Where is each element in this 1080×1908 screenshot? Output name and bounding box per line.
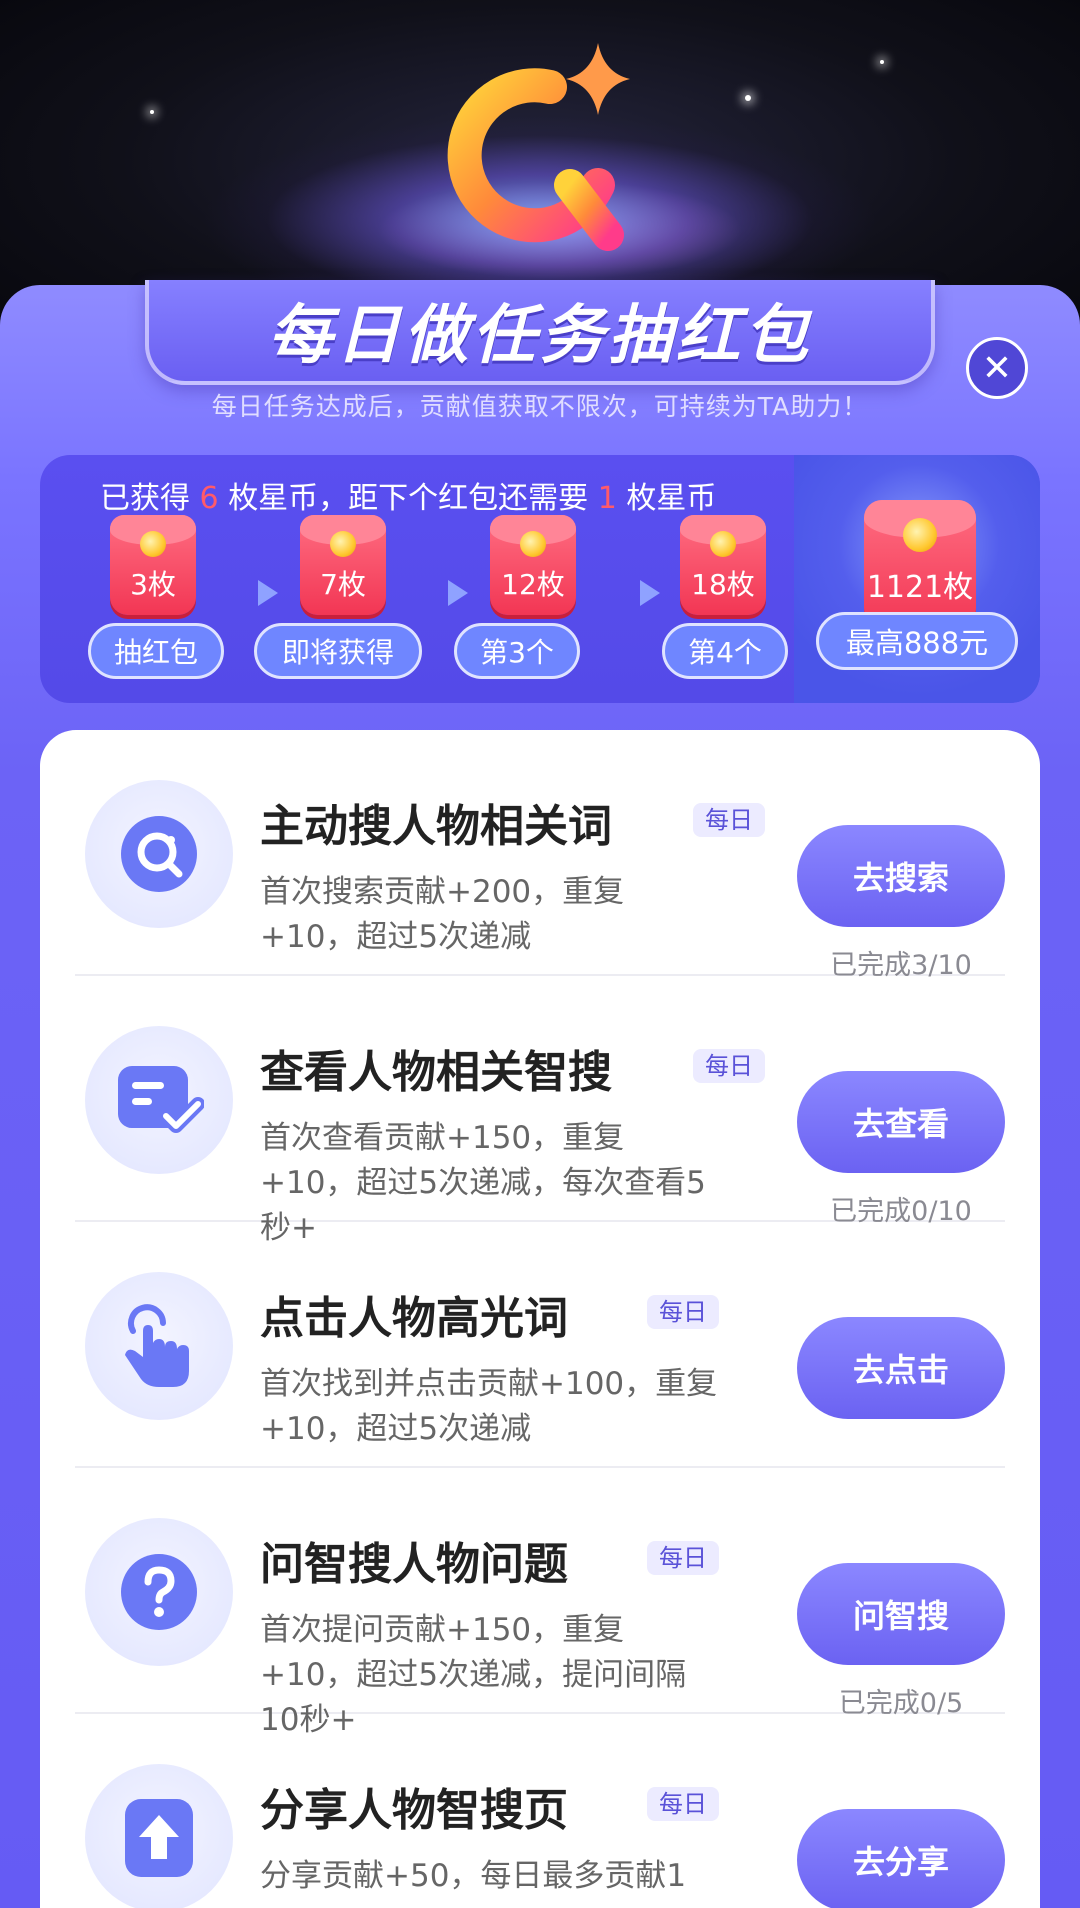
ask-button[interactable]: 问智搜 [797, 1563, 1005, 1665]
question-icon [85, 1518, 233, 1666]
daily-badge: 每日 [647, 1295, 719, 1329]
star-sparkle [745, 95, 751, 101]
go-search-button[interactable]: 去搜索 [797, 825, 1005, 927]
task-title: 主动搜人物相关词 [260, 801, 612, 852]
progress-suffix: 枚星币 [626, 481, 717, 516]
task-row-search: 主动搜人物相关词 每日 首次搜索贡献+200，重复+10，超过5次递减 去搜索 … [75, 730, 1005, 981]
share-icon [85, 1764, 233, 1908]
task-list: 主动搜人物相关词 每日 首次搜索贡献+200，重复+10，超过5次递减 去搜索 … [40, 730, 1040, 1908]
search-icon [85, 780, 233, 928]
progress-prefix: 已获得 [100, 481, 190, 516]
red-envelope-icon: 12枚 [490, 515, 576, 615]
task-title: 分享人物智搜页 [260, 1785, 568, 1836]
task-title: 问智搜人物问题 [260, 1539, 568, 1590]
milestone-label[interactable]: 抽红包 [88, 623, 224, 679]
earned-count: 6 [199, 481, 219, 516]
red-envelope-icon: 7枚 [300, 515, 386, 615]
task-title: 点击人物高光词 [260, 1293, 568, 1344]
close-icon: ✕ [981, 347, 1013, 389]
task-description: 分享贡献+50，每日最多贡献1 [260, 1858, 687, 1894]
go-click-button[interactable]: 去点击 [797, 1317, 1005, 1419]
needed-count: 1 [597, 481, 617, 516]
milestone-label: 第3个 [454, 623, 580, 679]
red-envelope-icon: 18枚 [680, 515, 766, 615]
milestone-label: 即将获得 [254, 623, 422, 679]
go-share-button[interactable]: 去分享 [797, 1809, 1005, 1908]
milestone-1[interactable]: 3枚 抽红包 [70, 515, 240, 695]
document-check-icon [85, 1026, 233, 1174]
star-sparkle [150, 110, 154, 114]
page-title: 每日做任务抽红包 [268, 299, 812, 373]
milestone-amount: 12枚 [501, 568, 565, 601]
tap-hand-icon [85, 1272, 233, 1420]
page-subtitle: 每日任务达成后，贡献值获取不限次，可持续为TA助力！ [211, 392, 869, 421]
task-description: 首次找到并点击贡献+100，重复+10，超过5次递减 [260, 1366, 718, 1447]
task-row-view: 查看人物相关智搜 每日 首次查看贡献+150，重复+10，超过5次递减，每次查看… [75, 976, 1005, 1246]
go-view-button[interactable]: 去查看 [797, 1071, 1005, 1173]
milestone-label: 第4个 [662, 623, 788, 679]
milestone-4: 18枚 第4个 [640, 515, 794, 695]
milestone-amount: 3枚 [130, 568, 176, 601]
milestone-3: 12枚 第3个 [450, 515, 620, 695]
progress-summary: 已获得 6 枚星币，距下个红包还需要 1 枚星币 [100, 473, 716, 517]
milestone-amount: 18枚 [691, 568, 755, 601]
daily-badge: 每日 [693, 803, 765, 837]
red-envelope-icon: 3枚 [110, 515, 196, 615]
milestone-amount: 7枚 [320, 568, 366, 601]
milestone-2: 7枚 即将获得 [254, 515, 430, 695]
max-reward-label: 最高888元 [816, 612, 1018, 670]
max-reward: 1121枚 最高888元 [794, 455, 1040, 703]
red-packet-progress: 已获得 6 枚星币，距下个红包还需要 1 枚星币 3枚 抽红包 7枚 即将获得 … [40, 455, 1040, 703]
star-sparkle [880, 60, 884, 64]
task-row-click: 点击人物高光词 每日 首次找到并点击贡献+100，重复+10，超过5次递减 去点… [75, 1222, 1005, 1468]
red-envelope-icon: 1121枚 [864, 500, 976, 630]
task-row-share: 分享人物智搜页 每日 分享贡献+50，每日最多贡献1 去分享 [75, 1714, 1005, 1908]
task-row-ask: 问智搜人物问题 每日 首次提问贡献+150，重复+10，超过5次递减，提问间隔1… [75, 1468, 1005, 1738]
task-description: 首次搜索贡献+200，重复+10，超过5次递减 [260, 874, 625, 955]
daily-badge: 每日 [693, 1049, 765, 1083]
daily-badge: 每日 [647, 1787, 719, 1821]
task-title: 查看人物相关智搜 [260, 1047, 612, 1098]
progress-middle: 枚星币，距下个红包还需要 [228, 481, 589, 516]
daily-badge: 每日 [647, 1541, 719, 1575]
max-amount: 1121枚 [866, 570, 974, 605]
brand-logo [447, 43, 630, 251]
